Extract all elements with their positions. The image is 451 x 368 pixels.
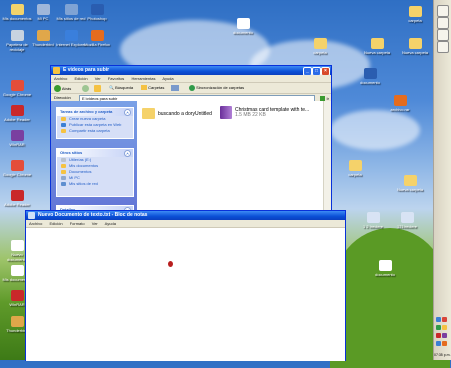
tray-icon[interactable] <box>435 340 441 346</box>
place-link[interactable]: Mis sitios de red <box>57 181 133 187</box>
tray-icon[interactable] <box>441 316 447 322</box>
close-button[interactable]: × <box>321 67 330 75</box>
sync-button[interactable]: Sincronización de carpetas <box>189 83 244 93</box>
desktop-icon[interactable]: archivo.rar <box>385 95 415 112</box>
new-folder-icon <box>61 117 66 121</box>
folder-icon <box>61 170 66 174</box>
taskbar-button[interactable] <box>437 29 449 41</box>
desktop-icon[interactable]: documento <box>370 260 400 277</box>
sync-icon <box>189 84 195 91</box>
notepad-titlebar[interactable]: Nuevo Documento de texto.txt - Bloc de n… <box>26 211 345 220</box>
share-icon <box>61 129 66 133</box>
desktop-icon[interactable]: Mi PC <box>28 4 58 21</box>
tray-icon[interactable] <box>441 340 447 346</box>
desktop-icon[interactable]: Google Chrome <box>2 80 32 97</box>
taskbar-button[interactable] <box>437 5 449 17</box>
taskbar-button[interactable] <box>437 41 449 53</box>
search-button[interactable]: 🔍 Búsqueda <box>109 83 133 93</box>
desktop-icon[interactable]: 1 2 treciere <box>358 212 388 229</box>
desktop-icon[interactable]: Nueva carpeta <box>395 175 425 192</box>
notepad-window: Nuevo Documento de texto.txt - Bloc de n… <box>25 210 346 361</box>
up-folder-icon[interactable] <box>94 85 101 92</box>
notepad-icon <box>28 212 35 219</box>
menu-item[interactable]: Edición <box>74 76 87 81</box>
desktop-icon[interactable]: Adobe Reader <box>2 105 32 122</box>
desktop-icon[interactable]: Mozilla Firefox <box>82 30 112 47</box>
taskbar: 07:35 p.m. <box>433 0 451 360</box>
file-item[interactable]: buscando a doryUntitled <box>142 108 222 122</box>
network-icon <box>61 182 66 186</box>
view-button[interactable] <box>171 85 179 91</box>
menu-bar: Archivo Edición Ver Favoritos Herramient… <box>51 75 331 83</box>
window-title: E videos para subir <box>63 67 110 73</box>
tray-icon[interactable] <box>441 324 447 330</box>
drive-icon <box>61 158 66 162</box>
menu-item[interactable]: Archivo <box>54 76 67 81</box>
file-name: buscando a doryUntitled <box>158 111 212 117</box>
back-button[interactable]: Atrás <box>54 84 71 94</box>
desktop-icon[interactable]: Photoshop <box>82 4 112 21</box>
back-icon <box>54 85 61 93</box>
tray-icon[interactable] <box>435 324 441 330</box>
panel-header[interactable]: Otros sitios ˄ <box>57 149 133 157</box>
desktop-icon[interactable]: Nueva carpeta <box>400 38 430 55</box>
desktop-icon[interactable]: carpeta <box>400 6 430 23</box>
menu-item[interactable]: Ayuda <box>105 221 116 226</box>
cursor-icon <box>168 261 173 267</box>
desktop-icon[interactable]: Nueva carpeta <box>362 38 392 55</box>
text-area[interactable] <box>26 228 345 361</box>
menu-item[interactable]: Ver <box>95 76 101 81</box>
tray-icon[interactable] <box>435 332 441 338</box>
folder-icon <box>142 108 155 119</box>
vertical-scrollbar[interactable] <box>323 101 331 213</box>
menu-item[interactable]: Ver <box>92 221 98 226</box>
desktop-icon[interactable]: WinRAR <box>2 130 32 147</box>
panel-header[interactable]: Tareas de archivo y carpeta ˄ <box>57 108 133 116</box>
desktop-icon[interactable]: carpeta <box>340 160 370 177</box>
tray-icon[interactable] <box>435 316 441 322</box>
menu-bar: Archivo Edición Formato Ver Ayuda <box>26 220 345 228</box>
search-icon: 🔍 <box>109 85 114 90</box>
desktop-icon[interactable]: 121treciere <box>392 212 422 229</box>
desktop-icon[interactable]: documento <box>228 18 258 35</box>
documents-icon <box>61 164 66 168</box>
archive-icon <box>220 106 232 119</box>
menu-item[interactable]: Herramientas <box>131 76 155 81</box>
minimize-button[interactable]: _ <box>303 67 312 75</box>
menu-item[interactable]: Favoritos <box>108 76 124 81</box>
menu-item[interactable]: Formato <box>70 221 85 226</box>
menu-item[interactable]: Edición <box>49 221 62 226</box>
other-places-panel: Otros sitios ˄ Utilerías (E:) Mis documen… <box>56 148 134 197</box>
desktop-icon[interactable]: Google Chrome <box>2 160 32 177</box>
file-list: buscando a doryUntitled Christmas card t… <box>137 101 323 213</box>
explorer-window: E videos para subir _ □ × Archivo Edició… <box>50 65 332 215</box>
task-pane: Tareas de archivo y carpeta ˄ Crear nueva… <box>51 101 137 214</box>
menu-item[interactable]: Ayuda <box>162 76 173 81</box>
folder-icon <box>53 67 60 74</box>
clock[interactable]: 07:35 p.m. <box>434 353 451 357</box>
folders-icon <box>141 85 147 91</box>
task-link[interactable]: Compartir esta carpeta <box>57 128 133 134</box>
computer-icon <box>61 176 66 180</box>
file-meta: 1.5 MB 22 KB <box>235 112 266 118</box>
desktop-icon[interactable]: documento <box>355 68 385 85</box>
window-title: Nuevo Documento de texto.txt - Bloc de n… <box>38 212 148 218</box>
explorer-titlebar[interactable]: E videos para subir _ □ × <box>51 66 331 75</box>
taskbar-button[interactable] <box>437 17 449 29</box>
collapse-icon[interactable]: ˄ <box>124 150 131 157</box>
forward-icon[interactable] <box>82 85 89 92</box>
folders-button[interactable]: Carpetas <box>141 83 164 93</box>
file-tasks-panel: Tareas de archivo y carpeta ˄ Crear nueva… <box>56 107 134 139</box>
maximize-button[interactable]: □ <box>312 67 321 75</box>
system-tray <box>435 316 450 348</box>
desktop-icon[interactable]: Adobe Reader <box>2 190 32 207</box>
desktop-icon[interactable]: Thunderbird <box>28 30 58 47</box>
desktop-icon[interactable]: carpeta <box>305 38 335 55</box>
publish-icon <box>61 123 66 127</box>
toolbar: Atrás 🔍 Búsqueda Carpetas Sincronización… <box>51 83 331 94</box>
collapse-icon[interactable]: ˄ <box>124 109 131 116</box>
file-item[interactable]: Christmas card template with te... 1.5 M… <box>220 106 320 122</box>
tray-icon[interactable] <box>441 332 447 338</box>
menu-item[interactable]: Archivo <box>29 221 42 226</box>
